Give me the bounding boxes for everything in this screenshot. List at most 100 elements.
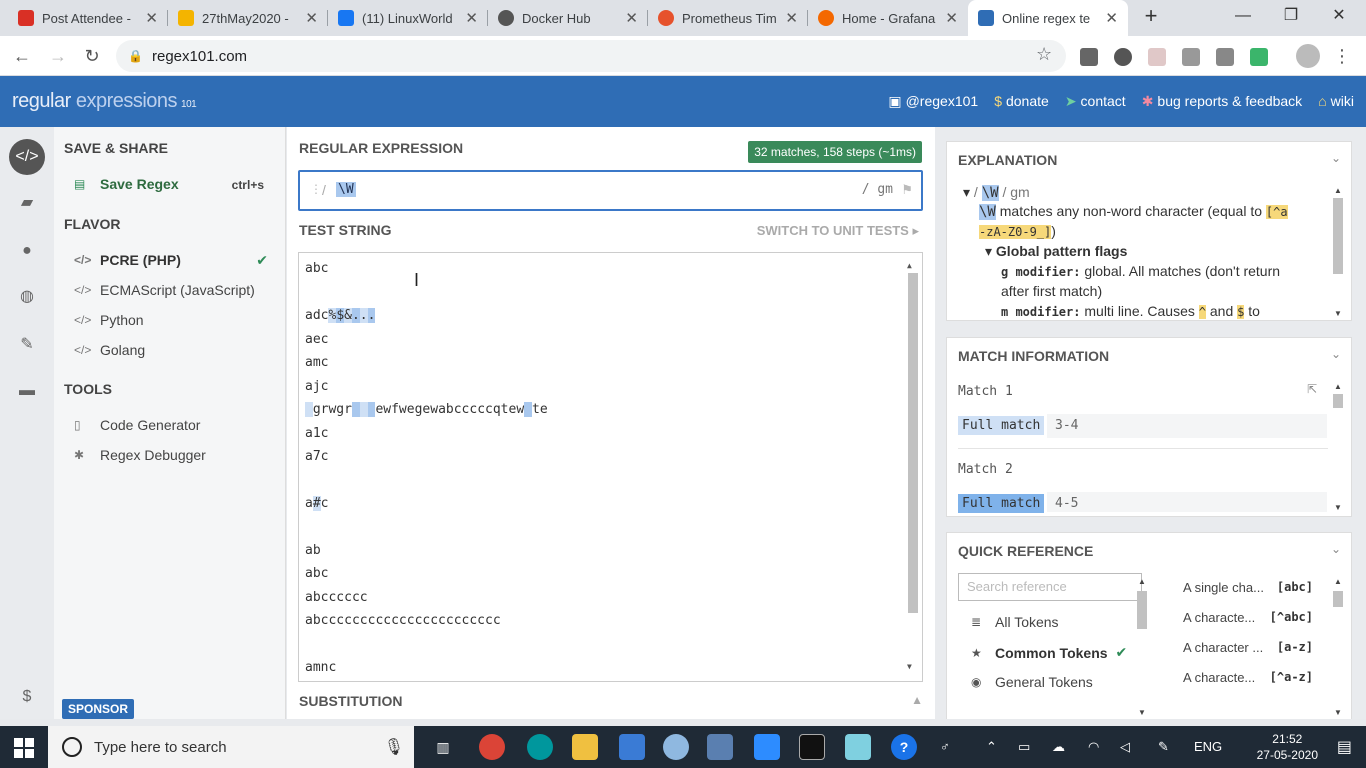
reload-button[interactable]: ↻ [80,44,104,68]
contact-link[interactable]: ➤ contact [1065,93,1126,110]
flavor-golang[interactable]: </> Golang [74,342,274,358]
browser-tab[interactable]: Post Attendee - ✕ [8,0,168,36]
sponsor-badge[interactable]: SPONSOR [62,699,135,719]
reference-item[interactable]: A characte... [^a-z] [1183,670,1313,685]
taskbar-search-input[interactable]: Type here to search 🎙 [48,726,414,768]
chevron-up-icon[interactable]: ▲ [911,693,923,707]
test-scrollbar[interactable]: ▲ ▼ [906,261,918,671]
donate-link[interactable]: $ donate [994,93,1049,110]
volume-icon[interactable]: ◁ [1120,739,1130,755]
close-icon[interactable]: ✕ [305,9,318,27]
code-generator-link[interactable]: ▯ Code Generator [74,417,274,433]
zoom-icon[interactable] [754,734,780,760]
new-tab-button[interactable]: + [1140,5,1162,28]
explanation-scrollbar[interactable]: ▲ ▼ [1333,186,1343,318]
gamepad-icon[interactable]: ◍ [9,279,45,315]
flavor-ecmascript[interactable]: </> ECMAScript (JavaScript) [74,282,274,298]
extension-icon[interactable] [1148,48,1166,66]
task-view-icon[interactable]: ▥ [430,734,456,760]
chevron-down-icon[interactable]: ⌄ [1331,151,1341,165]
drag-handle-icon[interactable]: ⋮ [310,182,322,196]
save-regex-button[interactable]: ▤ Save Regex ctrl+s [74,176,274,192]
extension-icon[interactable] [1114,48,1132,66]
extension-icon[interactable] [1216,48,1234,66]
pen-icon[interactable]: ✎ [1158,739,1169,755]
chevron-down-icon[interactable]: ⌄ [1331,347,1341,361]
categories-scrollbar[interactable]: ▲ ▼ [1137,577,1147,717]
close-icon[interactable]: ✕ [945,9,958,27]
match-scrollbar[interactable]: ▲ ▼ [1333,382,1343,512]
reference-search-input[interactable]: Search reference [958,573,1142,601]
url-field[interactable]: 🔒 regex101.com [116,40,1066,72]
browser-tab[interactable]: Home - Grafana ✕ [808,0,968,36]
scroll-down-icon[interactable]: ▼ [907,662,912,671]
category-all-tokens[interactable]: ≣ All Tokens [971,614,1059,630]
file-explorer-icon[interactable] [572,734,598,760]
windows-start-icon[interactable] [14,738,34,758]
substitution-heading[interactable]: SUBSTITUTION [299,693,402,709]
book-icon[interactable]: ▰ [9,185,45,221]
chrome-icon[interactable] [479,734,505,760]
test-string-editor[interactable]: abc adc%$&... aec amc ajc grwgr ewfwegew… [298,252,923,682]
app-icon[interactable] [619,734,645,760]
flag-icon[interactable]: ⚑ [901,182,913,198]
virtualbox-icon[interactable] [707,734,733,760]
close-icon[interactable]: ✕ [785,9,798,27]
close-icon[interactable]: ✕ [145,9,158,27]
help-icon[interactable]: ? [891,734,917,760]
battery-icon[interactable]: ▭ [1018,739,1030,755]
code-icon[interactable]: </> [9,139,45,175]
reference-item[interactable]: A character ... [a-z] [1183,640,1313,655]
back-button[interactable]: ← [10,44,34,68]
browser-tab[interactable]: Prometheus Tim ✕ [648,0,808,36]
menu-kebab-icon[interactable]: ⋮ [1330,44,1354,68]
reference-item[interactable]: A single cha... [abc] [1183,580,1313,595]
window-close-button[interactable]: ✕ [1316,0,1362,34]
reference-item[interactable]: A characte... [^abc] [1183,610,1313,625]
bookmark-star-icon[interactable]: ☆ [1036,44,1052,65]
wrench-icon[interactable]: ✎ [9,327,45,363]
forward-button[interactable]: → [46,44,70,68]
extension-icon[interactable] [1182,48,1200,66]
wifi-icon[interactable]: ◠ [1088,739,1099,755]
language-indicator[interactable]: ENG [1194,739,1222,754]
user-icon[interactable]: ● [9,233,45,269]
onedrive-icon[interactable]: ☁ [1052,739,1065,755]
close-icon[interactable]: ✕ [625,9,638,27]
browser-tab[interactable]: (11) LinuxWorld ✕ [328,0,488,36]
chat-icon[interactable]: ▬ [9,373,45,409]
app-icon[interactable] [845,734,871,760]
notifications-icon[interactable]: ▤ [1337,737,1352,757]
close-icon[interactable]: ✕ [465,9,478,27]
extension-icon[interactable] [1250,48,1268,66]
dollar-icon[interactable]: $ [9,679,45,715]
profile-avatar[interactable] [1296,44,1320,68]
extension-icon[interactable] [1080,48,1098,66]
regex-value[interactable]: \W [336,182,356,197]
chevron-down-icon[interactable]: ⌄ [1331,542,1341,556]
flavor-python[interactable]: </> Python [74,312,274,328]
microphone-icon[interactable]: 🎙 [384,737,404,757]
bug-report-link[interactable]: ✱ bug reports & feedback [1142,93,1303,110]
browser-tab-active[interactable]: Online regex te ✕ [968,0,1128,36]
share-icon[interactable]: ⇱ [1307,382,1317,396]
twitter-link[interactable]: ▣ @regex101 [888,93,978,110]
maximize-button[interactable]: ❐ [1268,0,1314,34]
browser-tab[interactable]: Docker Hub ✕ [488,0,648,36]
people-icon[interactable]: ♂ [940,739,950,754]
regex-flags[interactable]: / gm [862,182,893,197]
minimize-button[interactable]: — [1220,0,1266,34]
site-logo[interactable]: regular expressions 101 [12,90,197,113]
browser-tab[interactable]: 27thMay2020 - ✕ [168,0,328,36]
arduino-icon[interactable] [527,734,553,760]
close-icon[interactable]: ✕ [1105,9,1118,27]
switch-unit-tests-button[interactable]: SWITCH TO UNIT TESTS ▸ [757,223,919,239]
terminal-icon[interactable] [799,734,825,760]
scroll-up-icon[interactable]: ▲ [907,261,912,270]
app-icon[interactable] [663,734,689,760]
category-common-tokens[interactable]: ★ Common Tokens ✔ [971,644,1127,661]
taskbar-clock[interactable]: 21:52 27-05-2020 [1257,731,1318,763]
category-general-tokens[interactable]: ◉ General Tokens [971,674,1093,690]
reference-scrollbar[interactable]: ▲ ▼ [1333,577,1343,717]
regex-debugger-link[interactable]: ✱ Regex Debugger [74,447,274,463]
